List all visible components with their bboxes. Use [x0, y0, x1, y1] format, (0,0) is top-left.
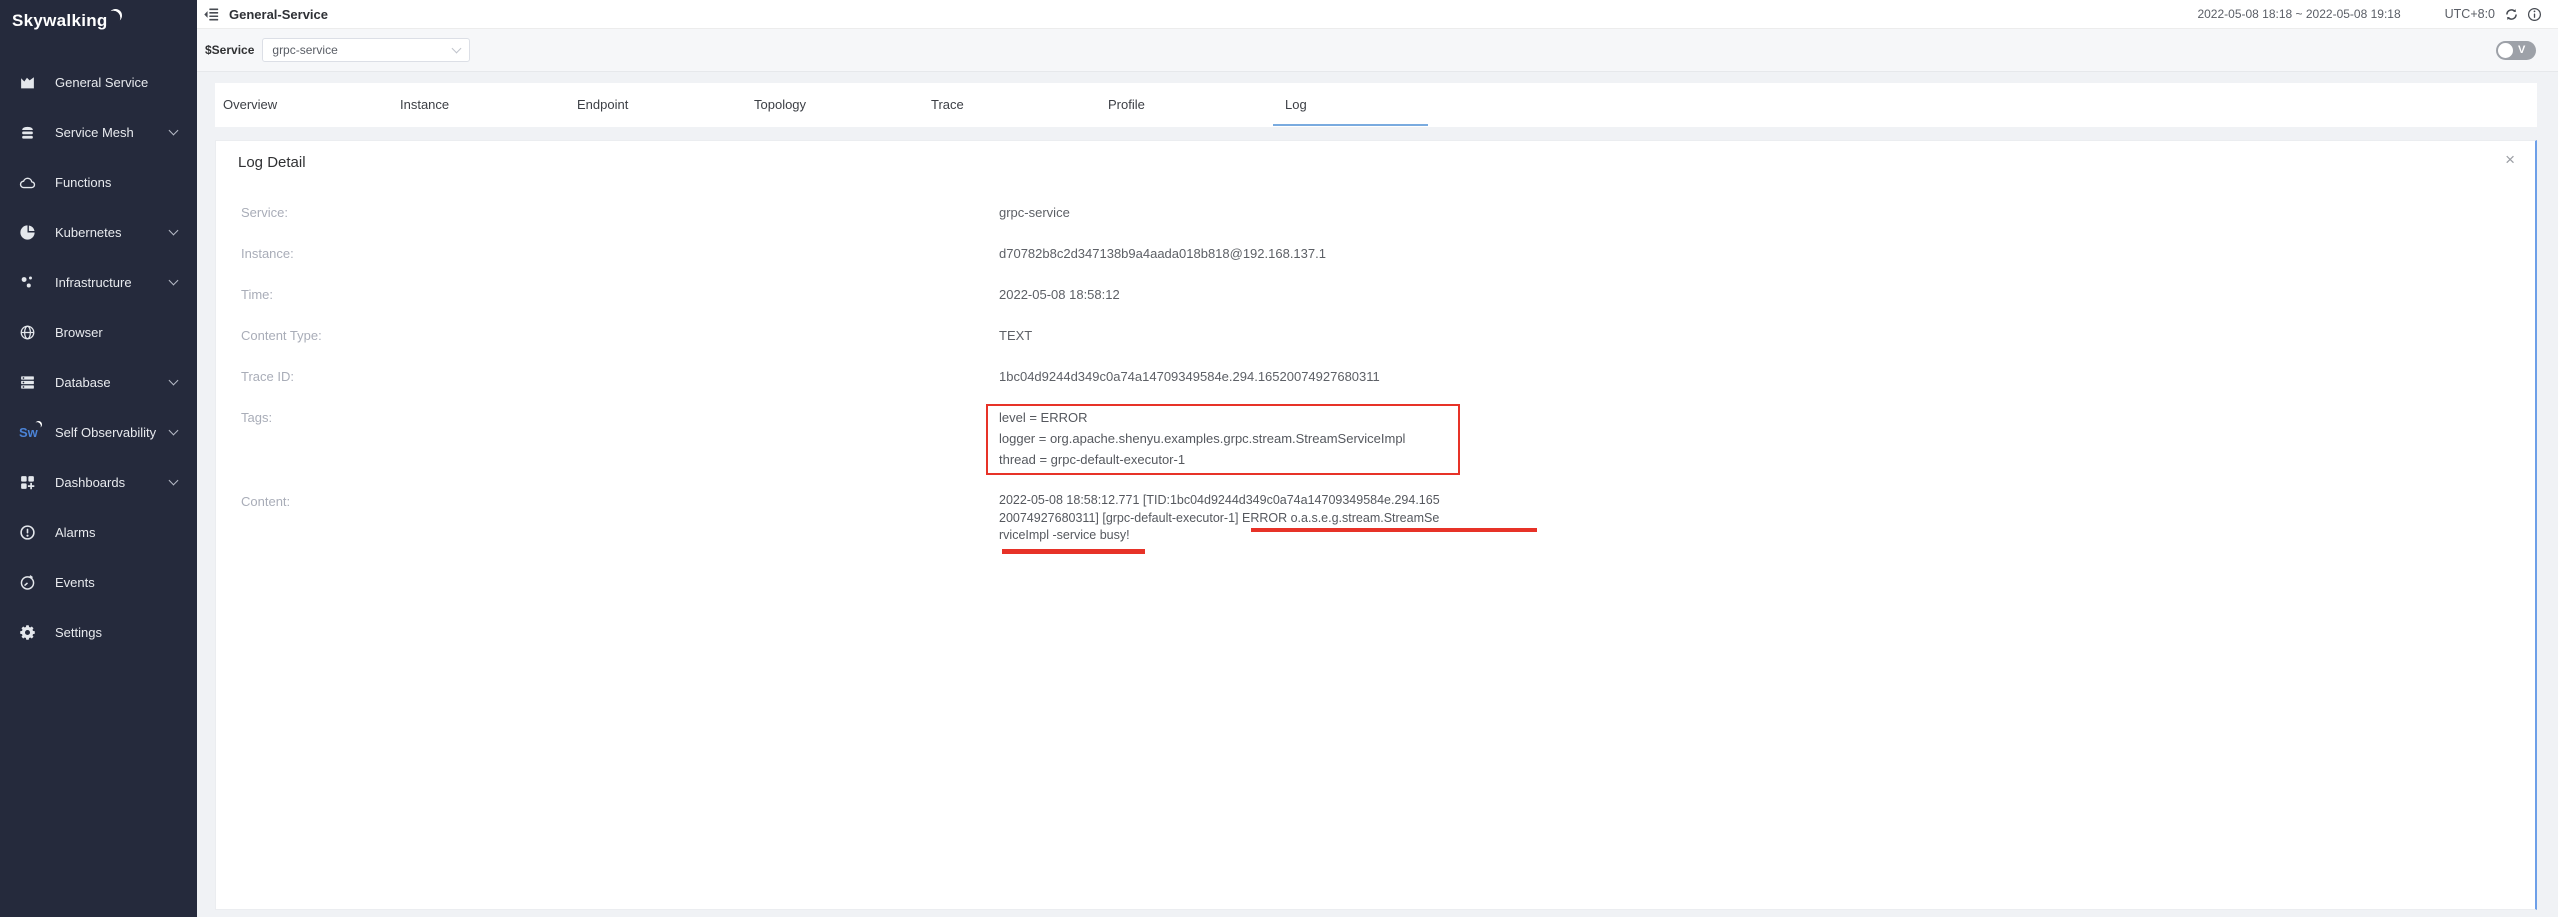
sidebar-item-label: Functions	[55, 175, 111, 190]
field-value-trace-id: 1bc04d9244d349c0a74a14709349584e.294.165…	[999, 369, 1380, 385]
sidebar-item-functions[interactable]: Functions	[0, 157, 197, 207]
sidebar-item-alarms[interactable]: Alarms	[0, 507, 197, 557]
tab-trace[interactable]: Trace	[931, 83, 1108, 127]
sidebar-item-label: Service Mesh	[55, 125, 134, 140]
skywalking-logo[interactable]: Skywalking	[0, 0, 197, 31]
service-selector-bar: $Service grpc-service V	[197, 29, 2558, 72]
chevron-down-icon	[169, 376, 179, 386]
globe-icon	[19, 324, 36, 341]
tab-profile[interactable]: Profile	[1108, 83, 1285, 127]
clock-icon	[19, 574, 36, 591]
mesh-layers-icon	[19, 124, 36, 141]
auto-refresh-toggle[interactable]: V	[2496, 41, 2536, 60]
sidebar-item-label: Dashboards	[55, 475, 125, 490]
tab-overview[interactable]: Overview	[223, 83, 400, 127]
panel-title: Log Detail	[238, 154, 306, 171]
grid-plus-icon	[19, 474, 36, 491]
field-label-content: Content:	[241, 494, 290, 510]
field-label-content-type: Content Type:	[241, 328, 322, 344]
sidebar-item-browser[interactable]: Browser	[0, 307, 197, 357]
chevron-down-icon	[169, 226, 179, 236]
tab-topology[interactable]: Topology	[754, 83, 931, 127]
field-label-tags: Tags:	[241, 410, 272, 426]
server-rack-icon	[19, 374, 36, 391]
service-select-value: grpc-service	[272, 43, 337, 57]
content-line: 20074927680311] [grpc-default-executor-1…	[999, 510, 1559, 528]
app: Skywalking General Service Service Mesh	[0, 0, 2558, 917]
cloud-icon	[19, 174, 36, 191]
info-icon[interactable]	[2527, 7, 2542, 22]
tab-endpoint[interactable]: Endpoint	[577, 83, 754, 127]
sidebar-item-label: Self Observability	[55, 425, 156, 440]
sidebar-item-settings[interactable]: Settings	[0, 607, 197, 657]
sidebar-item-events[interactable]: Events	[0, 557, 197, 607]
content-line: 2022-05-08 18:58:12.771 [TID:1bc04d9244d…	[999, 492, 1559, 510]
collapse-sidebar-icon[interactable]	[203, 7, 220, 22]
chevron-down-icon	[169, 426, 179, 436]
sidebar-item-database[interactable]: Database	[0, 357, 197, 407]
annotation-red-underline-service-busy	[1002, 549, 1145, 554]
sidebar-nav: General Service Service Mesh Functions	[0, 57, 197, 657]
time-range-picker[interactable]: 2022-05-08 18:18 ~ 2022-05-08 19:18	[2197, 7, 2400, 21]
sw-logo-icon: Sw	[19, 425, 36, 440]
sidebar-item-label: Settings	[55, 625, 102, 640]
top-header-bar: General-Service 2022-05-08 18:18 ~ 2022-…	[197, 0, 2558, 29]
sidebar-item-label: Events	[55, 575, 95, 590]
tab-instance[interactable]: Instance	[400, 83, 577, 127]
sidebar-item-label: Database	[55, 375, 111, 390]
service-variable-label: $Service	[205, 43, 254, 57]
logo-text: Skywalking	[12, 11, 108, 31]
sidebar-item-dashboards[interactable]: Dashboards	[0, 457, 197, 507]
toggle-label: V	[2518, 44, 2525, 56]
sidebar-item-label: Browser	[55, 325, 103, 340]
tab-strip: Overview Instance Endpoint Topology Trac…	[215, 83, 2537, 127]
chevron-down-icon	[169, 276, 179, 286]
sidebar-item-label: Kubernetes	[55, 225, 122, 240]
sidebar-item-label: General Service	[55, 75, 148, 90]
field-value-instance: d70782b8c2d347138b9a4aada018b818@192.168…	[999, 246, 1326, 262]
field-value-service: grpc-service	[999, 205, 1070, 221]
page-title: General-Service	[229, 7, 328, 22]
field-value-time: 2022-05-08 18:58:12	[999, 287, 1120, 303]
chevron-down-icon	[169, 476, 179, 486]
annotation-red-underline-error	[1251, 528, 1537, 532]
main-content: Overview Instance Endpoint Topology Trac…	[197, 72, 2558, 917]
chevron-down-icon	[169, 126, 179, 136]
refresh-icon[interactable]	[2504, 7, 2519, 22]
alert-circle-icon	[19, 524, 36, 541]
log-detail-panel: Log Detail × Service: grpc-service Insta…	[215, 140, 2537, 910]
timezone-label: UTC+8:0	[2445, 7, 2495, 21]
dots-cluster-icon	[19, 274, 36, 291]
field-label-instance: Instance:	[241, 246, 294, 262]
toggle-knob	[2498, 43, 2513, 58]
tab-log[interactable]: Log	[1285, 83, 1462, 127]
close-icon[interactable]: ×	[2505, 150, 2515, 170]
field-value-content: 2022-05-08 18:58:12.771 [TID:1bc04d9244d…	[999, 492, 1559, 545]
sidebar-item-self-observability[interactable]: Sw Self Observability	[0, 407, 197, 457]
sidebar-item-general-service[interactable]: General Service	[0, 57, 197, 107]
chevron-down-icon	[452, 43, 462, 53]
crescent-icon	[109, 9, 122, 22]
service-select[interactable]: grpc-service	[262, 38, 470, 62]
field-label-time: Time:	[241, 287, 273, 303]
field-value-content-type: TEXT	[999, 328, 1032, 344]
field-label-trace-id: Trace ID:	[241, 369, 294, 385]
area-chart-icon	[19, 74, 36, 91]
sidebar-item-infrastructure[interactable]: Infrastructure	[0, 257, 197, 307]
kubernetes-icon	[19, 224, 36, 241]
sidebar: Skywalking General Service Service Mesh	[0, 0, 197, 917]
sidebar-item-service-mesh[interactable]: Service Mesh	[0, 107, 197, 157]
field-label-service: Service:	[241, 205, 288, 221]
sidebar-item-label: Alarms	[55, 525, 95, 540]
topbar-right: 2022-05-08 18:18 ~ 2022-05-08 19:18 UTC+…	[2197, 7, 2542, 22]
annotation-red-box-tags	[986, 404, 1460, 475]
gear-icon	[19, 624, 36, 641]
sidebar-item-label: Infrastructure	[55, 275, 132, 290]
sidebar-item-kubernetes[interactable]: Kubernetes	[0, 207, 197, 257]
